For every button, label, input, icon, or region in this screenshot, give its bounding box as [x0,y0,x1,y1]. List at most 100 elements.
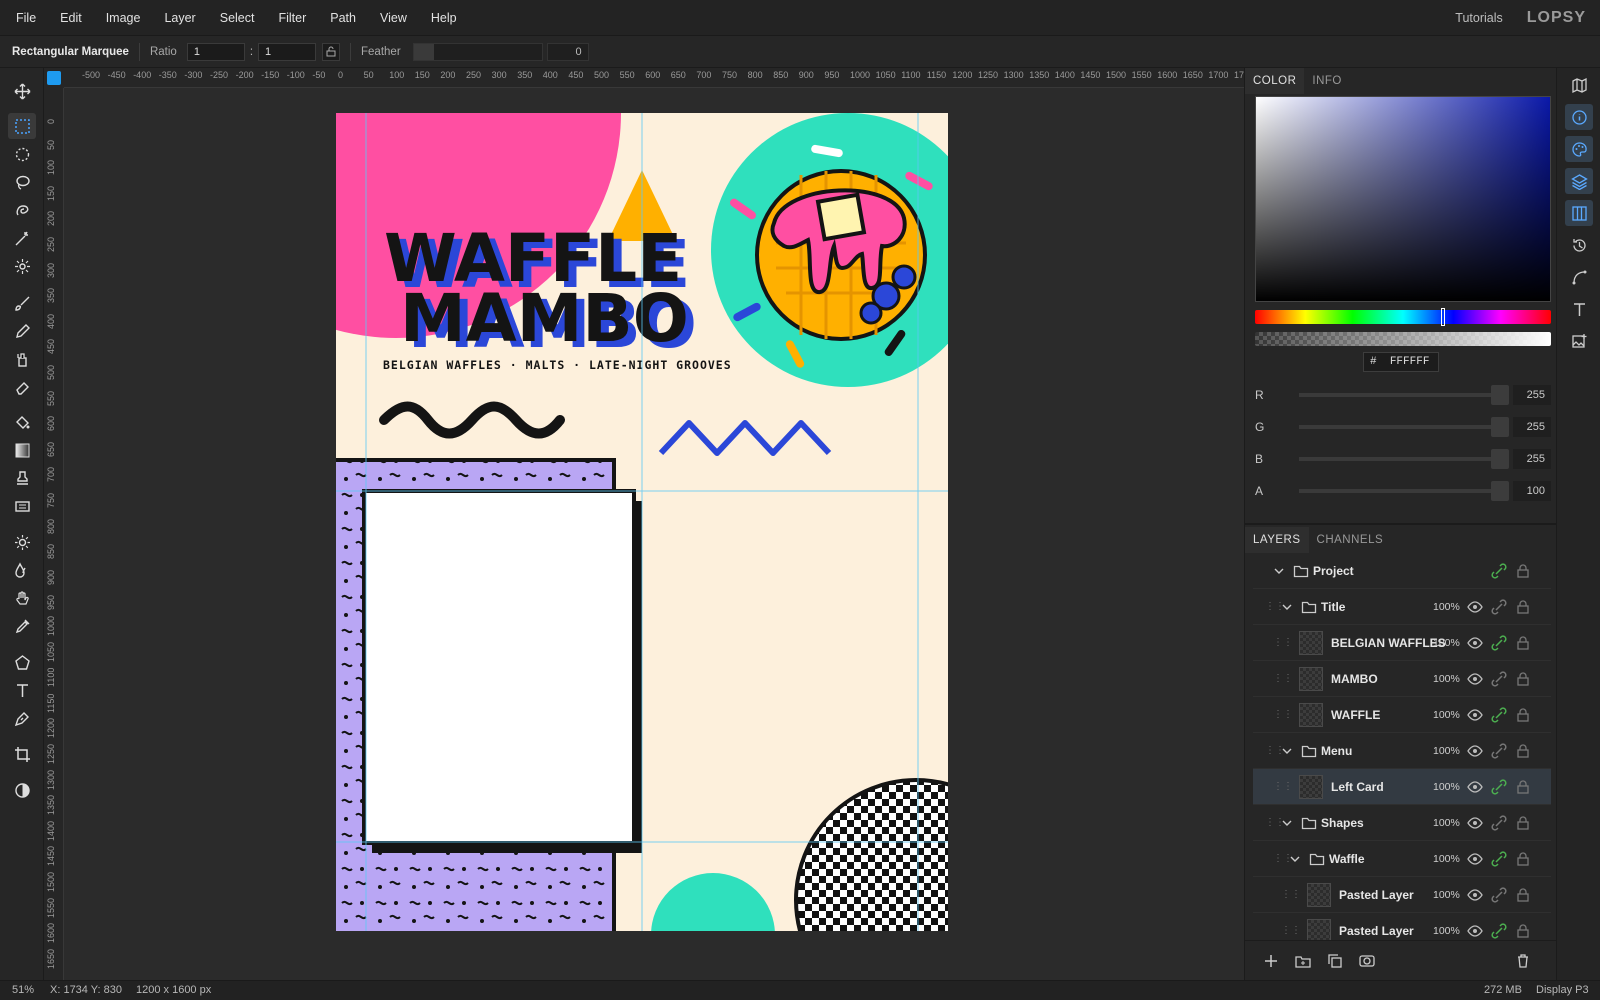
channel-slider[interactable] [1299,393,1495,397]
layer-row[interactable]: ⋮⋮ WAFFLE 100% [1253,697,1551,733]
pen-tool[interactable] [8,705,36,731]
layer-row[interactable]: ⋮⋮ Menu 100% [1253,733,1551,769]
link-icon[interactable] [1491,635,1507,651]
link-icon[interactable] [1491,743,1507,759]
hue-slider-handle[interactable] [1441,308,1445,326]
dodge-tool[interactable] [8,529,36,555]
link-icon[interactable] [1491,887,1507,903]
duplicate-layer-icon[interactable] [1327,953,1343,969]
lock-icon[interactable] [1515,707,1531,723]
image-properties-button[interactable] [1565,328,1593,354]
layer-row[interactable]: ⋮⋮ Pasted Layer 100% [1253,877,1551,913]
channel-slider-handle[interactable] [1491,385,1509,405]
menu-image[interactable]: Image [94,11,153,25]
bucket-tool[interactable] [8,409,36,435]
link-icon[interactable] [1491,563,1507,579]
color-button[interactable] [1565,136,1593,162]
layer-row[interactable]: ⋮⋮ Left Card 100% [1253,769,1551,805]
menu-edit[interactable]: Edit [48,11,94,25]
drag-handle-icon[interactable]: ⋮⋮ [1281,925,1301,937]
link-icon[interactable] [1491,923,1507,939]
layer-opacity[interactable]: 100% [1433,745,1460,757]
color-saturation-field[interactable] [1255,96,1551,302]
navigator-button[interactable] [1565,72,1593,98]
layer-opacity[interactable]: 100% [1433,637,1460,649]
ruler-corner[interactable] [44,68,64,88]
lock-icon[interactable] [1515,923,1531,939]
zoom-level[interactable]: 51% [12,984,34,996]
chevron-down-icon[interactable] [1271,563,1287,579]
brush-tool[interactable] [8,290,36,316]
channel-value-input[interactable]: 100 [1513,481,1551,501]
move-tool[interactable] [8,78,36,104]
channel-slider-handle[interactable] [1491,417,1509,437]
menu-select[interactable]: Select [208,11,267,25]
layer-opacity[interactable]: 100% [1433,925,1460,937]
channel-slider[interactable] [1299,457,1495,461]
tab-info[interactable]: INFO [1304,68,1349,94]
eye-icon[interactable] [1467,815,1483,831]
drag-handle-icon[interactable]: ⋮⋮ [1265,601,1285,613]
lock-icon[interactable] [1515,851,1531,867]
drag-handle-icon[interactable]: ⋮⋮ [1273,673,1293,685]
tab-channels[interactable]: CHANNELS [1309,527,1392,553]
menu-view[interactable]: View [368,11,419,25]
lock-icon[interactable] [1515,671,1531,687]
lock-icon[interactable] [1515,599,1531,615]
menu-layer[interactable]: Layer [152,11,207,25]
alpha-slider[interactable] [1255,332,1551,346]
hue-slider[interactable] [1255,308,1551,326]
feather-value[interactable]: 0 [546,42,589,61]
hex-input[interactable]: # FFFFFF [1363,352,1439,372]
drag-handle-icon[interactable]: ⋮⋮ [1273,637,1293,649]
eraser-tool[interactable] [8,374,36,400]
menu-file[interactable]: File [4,11,48,25]
horizontal-ruler[interactable]: -500 -450 -400 -350 -300 -250 -200 -150 -100 -50 0… [64,68,1244,88]
add-layer-icon[interactable] [1263,953,1279,969]
eraser-block-tool[interactable] [8,493,36,519]
ellipse-marquee-tool[interactable] [8,141,36,167]
magic-wand-tool[interactable] [8,225,36,251]
lock-icon[interactable] [1515,887,1531,903]
layers-button[interactable] [1565,168,1593,194]
channel-slider-handle[interactable] [1491,449,1509,469]
layer-row[interactable]: ⋮⋮ MAMBO 100% [1253,661,1551,697]
drag-handle-icon[interactable]: ⋮⋮ [1265,817,1285,829]
eye-icon[interactable] [1467,635,1483,651]
channels-button[interactable] [1565,200,1593,226]
eye-icon[interactable] [1467,923,1483,939]
lock-icon[interactable] [1515,743,1531,759]
layer-opacity[interactable]: 100% [1433,781,1460,793]
menu-help[interactable]: Help [419,11,469,25]
lasso-tool[interactable] [8,169,36,195]
drag-handle-icon[interactable]: ⋮⋮ [1273,781,1293,793]
layer-row[interactable]: Project [1253,553,1551,589]
layer-opacity[interactable]: 100% [1433,817,1460,829]
delete-layer-icon[interactable] [1515,953,1531,969]
channel-value-input[interactable]: 255 [1513,385,1551,405]
ratio-width-input[interactable] [186,42,245,61]
history-button[interactable] [1565,232,1593,258]
chevron-down-icon[interactable] [1279,743,1295,759]
gradient-tool[interactable] [8,437,36,463]
quick-select-tool[interactable] [8,197,36,223]
polygon-tool[interactable] [8,649,36,675]
eye-icon[interactable] [1467,779,1483,795]
canvas-viewport[interactable]: WAFFLE WAFFLE MAMBO MAMBO BELGIAN WAFFLE… [64,88,1244,980]
blur-tool[interactable] [8,557,36,583]
vertical-ruler[interactable]: 0 50 100 150 200 250 300 350 400 450 500 550 600 650 7… [44,88,64,980]
tab-color[interactable]: COLOR [1245,68,1305,94]
text-tool[interactable] [8,677,36,703]
paths-button[interactable] [1565,264,1593,290]
drag-handle-icon[interactable]: ⋮⋮ [1265,745,1285,757]
clone-tool[interactable] [8,346,36,372]
link-icon[interactable] [1491,707,1507,723]
info-button[interactable] [1565,104,1593,130]
chevron-down-icon[interactable] [1279,599,1295,615]
lock-icon[interactable] [1515,779,1531,795]
layer-row[interactable]: ⋮⋮ Shapes 100% [1253,805,1551,841]
drag-handle-icon[interactable]: ⋮⋮ [1273,853,1293,865]
channel-slider[interactable] [1299,425,1495,429]
contrast-toggle[interactable] [8,777,36,803]
poster-artboard[interactable]: WAFFLE WAFFLE MAMBO MAMBO BELGIAN WAFFLE… [336,113,948,931]
